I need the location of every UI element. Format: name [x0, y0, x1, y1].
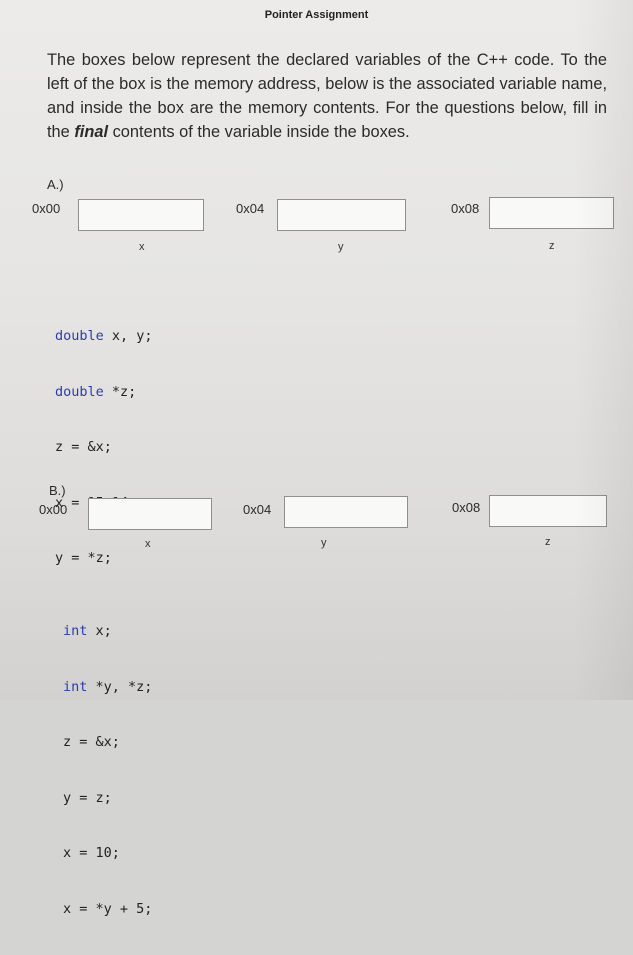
- section-a-name-x: x: [139, 241, 145, 253]
- section-b-label: B.): [49, 483, 66, 498]
- section-b-address-y: 0x04: [243, 502, 272, 517]
- section-b-box-y[interactable]: [284, 496, 408, 528]
- section-a-name-z: z: [549, 240, 555, 252]
- instructions-emphasis: final: [74, 123, 109, 141]
- code-line: y = z;: [63, 789, 152, 808]
- code-line: double *z;: [55, 383, 153, 402]
- code-line: z = &x;: [55, 438, 153, 457]
- code-line: x = 10;: [63, 844, 152, 863]
- code-text: x;: [87, 623, 112, 639]
- code-keyword: int: [63, 623, 88, 639]
- section-b-box-z[interactable]: [489, 495, 607, 527]
- section-a-name-y: y: [338, 241, 344, 253]
- section-b-name-x: x: [145, 538, 151, 550]
- section-a-box-z[interactable]: [489, 197, 614, 229]
- instructions-text-end: contents of the variable inside the boxe…: [108, 123, 410, 141]
- code-text: *y, *z;: [87, 678, 153, 695]
- section-b-address-x: 0x00: [39, 502, 68, 517]
- section-b-box-x[interactable]: [88, 498, 212, 530]
- code-text: x, y;: [103, 328, 153, 344]
- section-b-name-z: z: [545, 536, 551, 548]
- instructions-paragraph: The boxes below represent the declared v…: [47, 48, 607, 144]
- code-text: y = *z;: [55, 550, 112, 566]
- worksheet-page: Pointer Assignment The boxes below repre…: [0, 0, 633, 917]
- code-line: int *y, *z;: [63, 678, 152, 697]
- code-line: x = *y + 5;: [63, 900, 152, 919]
- code-line: double x, y;: [55, 327, 153, 346]
- section-a-box-y[interactable]: [277, 199, 406, 231]
- section-a-box-x[interactable]: [78, 199, 204, 231]
- page-title: Pointer Assignment: [264, 9, 369, 21]
- code-text: x = *y + 5;: [63, 900, 153, 917]
- code-keyword: double: [55, 328, 104, 344]
- code-keyword: int: [63, 678, 88, 695]
- code-text: z = &x;: [55, 439, 112, 455]
- code-line: z = &x;: [63, 733, 152, 752]
- code-line: y = *z;: [55, 549, 153, 568]
- section-a-code: double x, y; double *z; z = &x; x = 15.1…: [55, 290, 153, 605]
- section-b-code: int x; int *y, *z; z = &x; y = z; x = 10…: [63, 585, 152, 955]
- section-a-address-y: 0x04: [236, 201, 265, 216]
- section-a-address-z: 0x08: [451, 201, 480, 216]
- section-a-address-x: 0x00: [32, 201, 61, 216]
- code-text: y = z;: [63, 789, 112, 806]
- section-b-address-z: 0x08: [452, 500, 481, 515]
- section-b-name-y: y: [321, 537, 327, 549]
- code-line: int x;: [63, 622, 152, 641]
- code-keyword: double: [55, 383, 104, 400]
- code-text: x = 10;: [63, 845, 120, 861]
- code-text: *z;: [103, 383, 137, 400]
- section-a-label: A.): [47, 177, 64, 192]
- code-text: z = &x;: [63, 734, 120, 750]
